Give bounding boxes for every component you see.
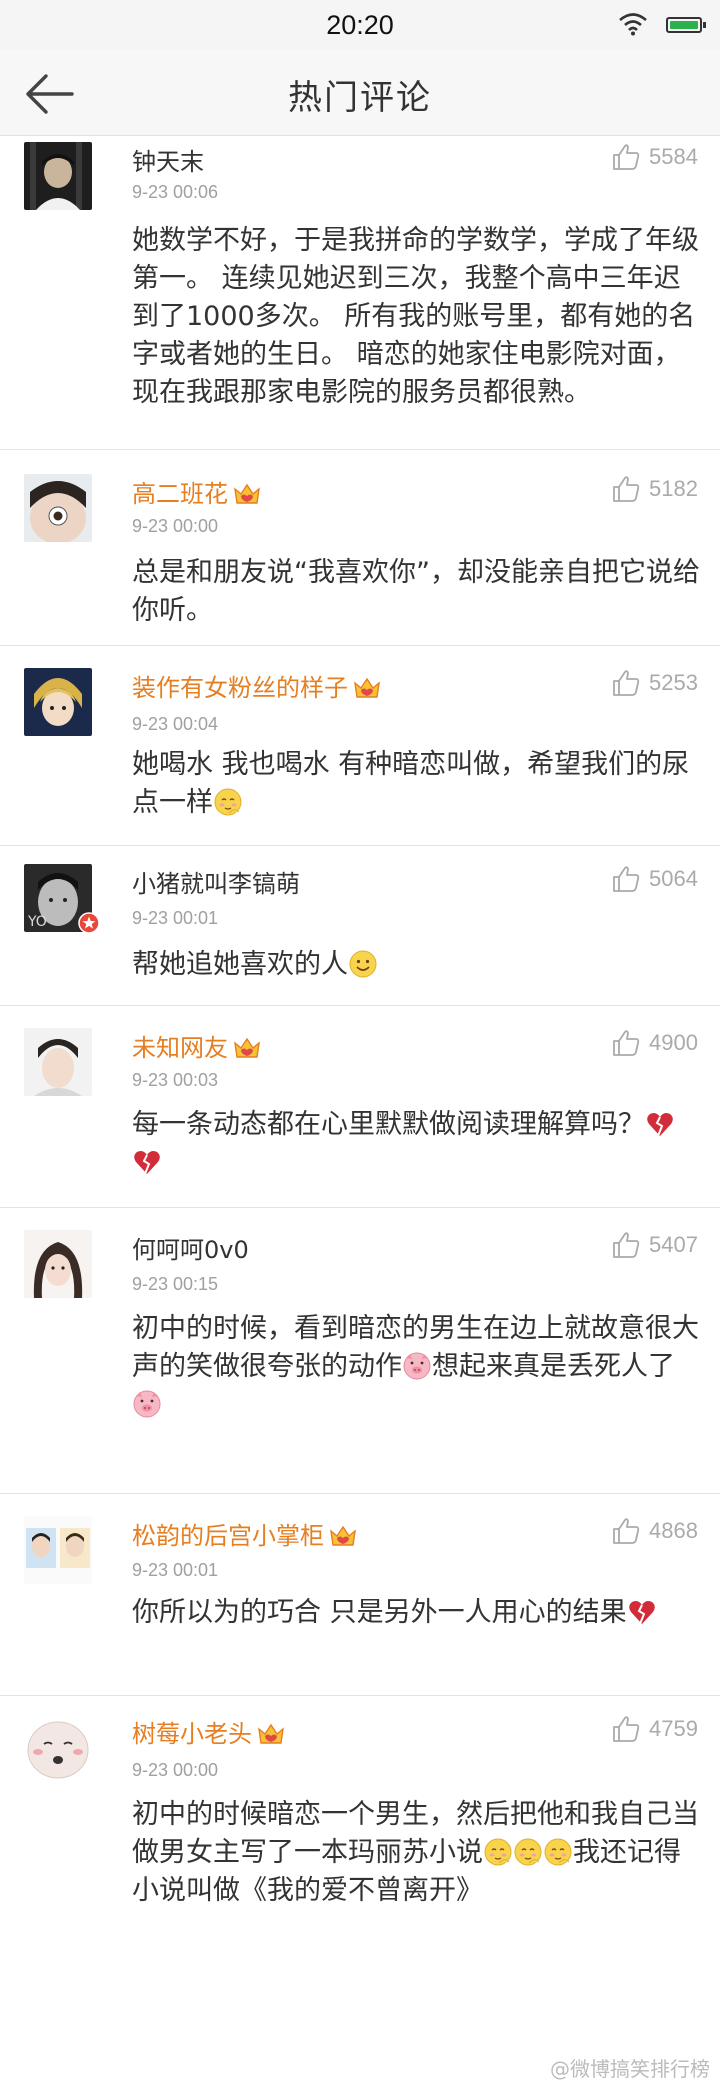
like-count: 5253 — [649, 670, 698, 695]
thumbs-up-icon — [611, 474, 641, 504]
comment-username[interactable]: 树莓小老头 — [132, 1714, 286, 1749]
avatar[interactable] — [24, 1516, 92, 1584]
like-count: 4900 — [649, 1030, 698, 1055]
wifi-icon — [619, 13, 647, 36]
pig-emoji-icon — [132, 1389, 162, 1419]
smile-face-emoji-icon — [348, 949, 378, 979]
like-button[interactable]: 4900 — [611, 1028, 698, 1058]
comment-text-part: 你所以为的巧合 只是另外一人用心的结果 — [132, 1597, 627, 1628]
like-button[interactable]: 4759 — [611, 1714, 698, 1744]
avatar[interactable] — [24, 1230, 92, 1298]
avatar[interactable] — [24, 1028, 92, 1096]
thumbs-up-icon — [611, 1516, 641, 1546]
comment-timestamp: 9-23 00:01 — [132, 908, 219, 928]
shy-face-emoji-icon — [483, 1837, 513, 1867]
thumbs-up-icon — [611, 1714, 641, 1744]
like-count: 5064 — [649, 866, 698, 891]
avatar[interactable] — [24, 474, 92, 542]
comment-item: 何呵呵0v0 9-23 00:15 5407 初中的时候，看到暗恋的男生在边上就… — [0, 1208, 720, 1494]
shy-face-emoji-icon — [213, 787, 243, 817]
page-header: 热门评论 — [0, 50, 720, 136]
comment-username[interactable]: 钟天末 — [132, 142, 204, 177]
comment-username[interactable]: 松韵的后宫小掌柜 — [132, 1516, 358, 1551]
verified-badge-icon — [78, 912, 100, 934]
vip-crown-icon — [232, 481, 262, 507]
comment-timestamp: 9-23 00:15 — [132, 1274, 219, 1294]
comment-text: 帮她追她喜欢的人 — [132, 946, 702, 984]
like-button[interactable]: 5584 — [611, 142, 698, 172]
like-count: 5182 — [649, 476, 698, 501]
comment-timestamp: 9-23 00:04 — [132, 714, 219, 734]
comment-text: 她喝水 我也喝水 有种暗恋叫做，希望我们的尿点一样 — [132, 746, 702, 822]
thumbs-up-icon — [611, 1028, 641, 1058]
comment-text: 她数学不好，于是我拼命的学数学，学成了年级第一。 连续见她迟到三次，我整个高中三… — [132, 225, 699, 408]
like-button[interactable]: 5064 — [611, 864, 698, 894]
vip-crown-icon — [256, 1721, 286, 1747]
username-text[interactable]: 松韵的后宫小掌柜 — [132, 1522, 324, 1550]
comment-text: 你所以为的巧合 只是另外一人用心的结果 — [132, 1594, 702, 1632]
broken-heart-emoji-icon — [627, 1597, 657, 1627]
page-title: 热门评论 — [288, 78, 432, 118]
shy-face-emoji-icon — [543, 1837, 573, 1867]
thumbs-up-icon — [611, 668, 641, 698]
comment-timestamp: 9-23 00:06 — [132, 182, 219, 202]
like-button[interactable]: 4868 — [611, 1516, 698, 1546]
username-text[interactable]: 树莓小老头 — [132, 1720, 252, 1748]
svg-text:YO: YO — [27, 914, 47, 930]
broken-heart-emoji-icon — [645, 1109, 675, 1139]
comment-item: 松韵的后宫小掌柜 9-23 00:01 4868 你所以为的巧合 只是另外一人用… — [0, 1494, 720, 1696]
status-time: 20:20 — [326, 10, 394, 40]
pig-emoji-icon — [402, 1351, 432, 1381]
like-count: 5407 — [649, 1232, 698, 1257]
status-bar: 20:20 — [0, 0, 720, 50]
comment-item: 高二班花 9-23 00:00 5182 总是和朋友说“我喜欢你”，却没能亲自把… — [0, 450, 720, 646]
comment-username[interactable]: 装作有女粉丝的样子 — [132, 668, 382, 703]
broken-heart-emoji-icon — [132, 1147, 162, 1177]
vip-crown-icon — [232, 1035, 262, 1061]
thumbs-up-icon — [611, 1230, 641, 1260]
comment-text: 初中的时候暗恋一个男生，然后把他和我自己当做男女主写了一本玛丽苏小说 我还记得小说… — [132, 1796, 702, 1910]
comment-item: 树莓小老头 9-23 00:00 4759 初中的时候暗恋一个男生，然后把他和我… — [0, 1696, 720, 2002]
comment-text-part: 想起来真是丢死人了 — [432, 1351, 675, 1382]
comment-text: 初中的时候，看到暗恋的男生在边上就故意很大声的笑做很夸张的动作 想起来真是丢死人了 — [132, 1310, 702, 1424]
username-text[interactable]: 高二班花 — [132, 480, 228, 508]
thumbs-up-icon — [611, 142, 641, 172]
like-button[interactable]: 5182 — [611, 474, 698, 504]
comment-timestamp: 9-23 00:00 — [132, 1760, 219, 1780]
battery-icon — [666, 17, 706, 33]
comment-item: YO 小猪就叫李镐萌 9-23 00:01 5064 帮她追她喜欢的人 — [0, 846, 720, 1006]
vip-crown-icon — [328, 1523, 358, 1549]
comment-item: 未知网友 9-23 00:03 4900 每一条动态都在心里默默做阅读理解算吗？ — [0, 1006, 720, 1208]
username-text[interactable]: 装作有女粉丝的样子 — [132, 674, 348, 702]
avatar[interactable] — [24, 1714, 92, 1782]
comment-item: 装作有女粉丝的样子 9-23 00:04 5253 她喝水 我也喝水 有种暗恋叫… — [0, 646, 720, 846]
like-button[interactable]: 5253 — [611, 668, 698, 698]
comment-username[interactable]: 未知网友 — [132, 1028, 262, 1063]
comment-username[interactable]: 何呵呵0v0 — [132, 1230, 249, 1265]
comment-text-part: 帮她追她喜欢的人 — [132, 949, 348, 980]
comment-timestamp: 9-23 00:01 — [132, 1560, 219, 1580]
username-text[interactable]: 未知网友 — [132, 1034, 228, 1062]
vip-crown-icon — [352, 675, 382, 701]
comment-text-part: 每一条动态都在心里默默做阅读理解算吗？ — [132, 1109, 645, 1140]
avatar[interactable] — [24, 142, 92, 210]
comment-item: 钟天末 9-23 00:06 5584 她数学不好，于是我拼命的学数学，学成了年… — [0, 136, 720, 450]
comment-text: 总是和朋友说“我喜欢你”，却没能亲自把它说给你听。 — [132, 557, 700, 626]
comment-username[interactable]: 高二班花 — [132, 474, 262, 509]
avatar[interactable] — [24, 668, 92, 736]
shy-face-emoji-icon — [513, 1837, 543, 1867]
comment-timestamp: 9-23 00:03 — [132, 1070, 219, 1090]
thumbs-up-icon — [611, 864, 641, 894]
like-count: 4868 — [649, 1518, 698, 1543]
comment-username[interactable]: 小猪就叫李镐萌 — [132, 864, 300, 899]
like-button[interactable]: 5407 — [611, 1230, 698, 1260]
watermark: @微博搞笑排行榜 — [550, 2057, 710, 2081]
like-count: 5584 — [649, 144, 698, 169]
comment-timestamp: 9-23 00:00 — [132, 516, 219, 536]
like-count: 4759 — [649, 1716, 698, 1741]
comment-text: 每一条动态都在心里默默做阅读理解算吗？ — [132, 1106, 702, 1182]
